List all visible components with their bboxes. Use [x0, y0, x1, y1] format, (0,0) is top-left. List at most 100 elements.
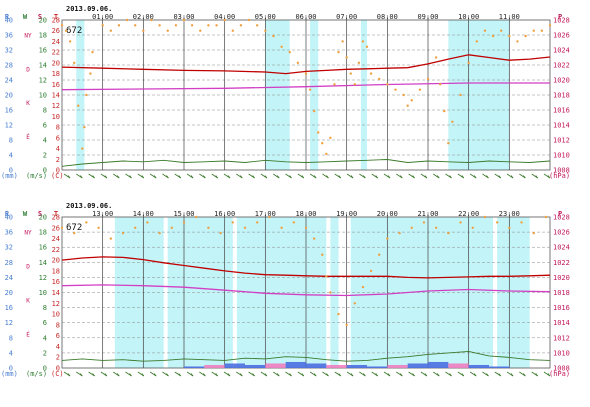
humidity-point	[475, 40, 478, 43]
tick-label-P: 1022	[553, 62, 570, 70]
humidity-point	[150, 18, 153, 22]
humidity-point	[321, 142, 324, 145]
compass-label: D	[26, 66, 30, 73]
humidity-point	[345, 56, 348, 59]
tick-label-R: 4	[9, 349, 13, 357]
tick-label-W: 2	[43, 349, 47, 357]
unit-label-hpa: (hPa)	[549, 172, 570, 180]
unit-label-ms: (m/s)	[26, 172, 47, 180]
humidity-point	[158, 231, 161, 235]
tick-label-R: 32	[5, 244, 13, 252]
humidity-point	[280, 45, 283, 48]
tick-label-W: 4	[43, 137, 47, 145]
humidity-point	[439, 83, 442, 86]
humidity-point	[410, 226, 413, 229]
humidity-point	[544, 215, 548, 219]
rain-bar	[367, 366, 388, 368]
humidity-point	[64, 29, 68, 32]
hour-label: 13:00	[92, 210, 113, 218]
humidity-point	[325, 275, 328, 278]
station-id: 672	[66, 26, 82, 36]
humidity-point	[264, 29, 267, 32]
tick-label-R: 20	[5, 92, 13, 100]
tick-label-R: 20	[5, 289, 13, 297]
humidity-point	[378, 253, 381, 256]
hour-label: 18:00	[295, 210, 316, 218]
humidity-point	[308, 88, 312, 91]
tick-label-P: 1014	[553, 319, 570, 327]
tick-label-T: 24	[52, 38, 60, 46]
humidity-point	[337, 312, 340, 316]
tick-label-W: 18	[39, 229, 47, 237]
tick-label-R: 36	[5, 229, 13, 237]
humidity-point	[77, 104, 80, 107]
hour-label: 17:00	[255, 210, 276, 218]
tick-label-P: 1026	[553, 32, 570, 40]
tick-label-R: 40	[5, 17, 13, 25]
hour-label: 16:00	[214, 210, 235, 218]
tick-label-W: 10	[39, 92, 47, 100]
tick-label-T: 26	[52, 27, 60, 35]
tick-label-W: 10	[39, 289, 47, 297]
humidity-point	[288, 50, 291, 54]
tick-label-T: 8	[56, 124, 60, 132]
compass-label: NY	[24, 33, 32, 40]
humidity-point	[337, 50, 340, 54]
tick-label-R: 28	[5, 259, 13, 267]
humidity-point	[109, 29, 113, 32]
rain-bar	[224, 363, 245, 368]
humidity-point	[325, 152, 328, 156]
humidity-point	[117, 24, 121, 27]
humidity-point	[483, 29, 487, 32]
tick-label-W: 12	[39, 77, 47, 85]
humidity-point	[243, 226, 247, 229]
tick-label-T: 2	[56, 354, 60, 362]
tick-label-W: 8	[43, 304, 47, 312]
tick-label-T: 16	[52, 278, 60, 286]
tick-label-P: 1024	[553, 47, 570, 55]
humidity-point	[219, 231, 222, 235]
tick-label-W: 6	[43, 122, 47, 130]
humidity-point	[296, 61, 300, 65]
humidity-point	[495, 221, 499, 224]
rain-bar	[448, 363, 469, 368]
station-id: 672	[66, 223, 82, 233]
tick-label-P: 1014	[553, 122, 570, 130]
humidity-point	[190, 24, 194, 27]
humidity-point	[361, 285, 365, 289]
humidity-point	[292, 221, 295, 224]
humidity-point	[134, 24, 137, 27]
date-label: 2013.09.06.	[66, 202, 112, 210]
hour-label: 11:00	[499, 13, 520, 21]
hour-label: 01:00	[92, 13, 113, 21]
humidity-point	[272, 34, 275, 38]
tick-label-T: 28	[52, 214, 60, 222]
tick-label-P: 1022	[553, 259, 570, 267]
tick-label-T: 14	[52, 289, 60, 297]
tick-label-T: 12	[52, 102, 60, 110]
tick-label-T: 18	[52, 267, 60, 275]
tick-label-R: 8	[9, 137, 13, 145]
panel-top: 01:00 02:00 03:00 04:00 05:00 06:00 07:00 08:00…	[1, 5, 570, 180]
humidity-point	[443, 109, 446, 113]
humidity-point	[121, 231, 125, 235]
humidity-point	[422, 221, 426, 224]
humidity-point	[406, 104, 409, 107]
humidity-point	[101, 24, 104, 27]
humidity-point	[491, 34, 495, 38]
tick-label-P: 1016	[553, 107, 570, 115]
tick-label-R: 12	[5, 122, 13, 130]
rain-bar	[265, 363, 286, 368]
tick-label-T: 20	[52, 257, 60, 265]
tick-label-W: 6	[43, 319, 47, 327]
humidity-point	[361, 40, 365, 43]
humidity-point	[207, 24, 210, 27]
tick-label-W: 16	[39, 47, 47, 55]
hour-label: 07:00	[336, 13, 357, 21]
tick-label-W: 2	[43, 152, 47, 160]
tick-label-P: 1024	[553, 244, 570, 252]
humidity-point	[402, 93, 405, 97]
tick-label-R: 28	[5, 62, 13, 70]
humidity-point	[199, 29, 202, 32]
weather-chart: 01:00 02:00 03:00 04:00 05:00 06:00 07:00 08:00…	[1, 5, 570, 378]
